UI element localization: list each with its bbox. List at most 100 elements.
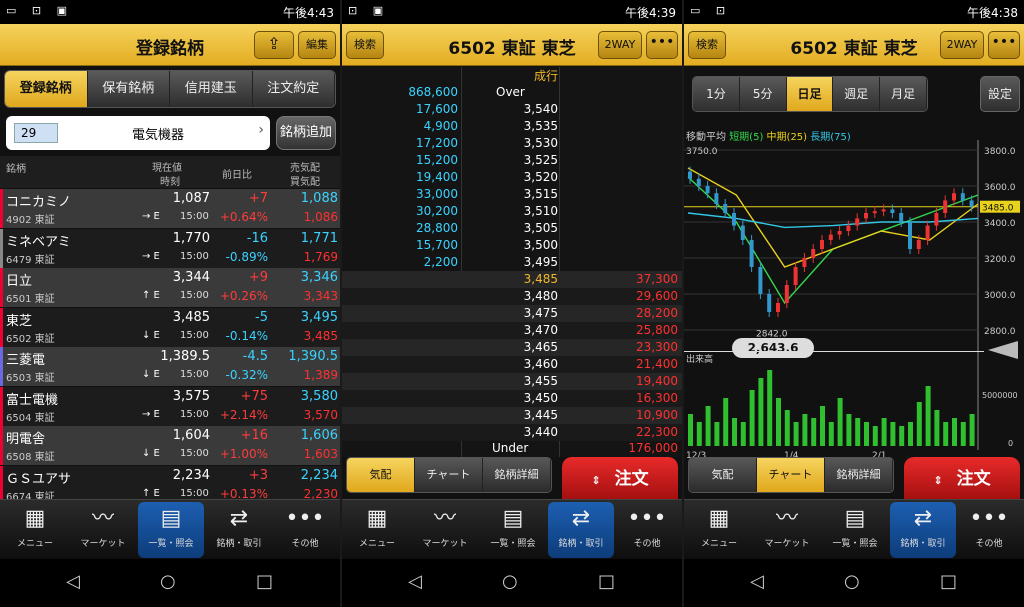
tab-chart[interactable]: チャート [757, 458, 825, 492]
home-icon[interactable]: ○ [160, 571, 176, 592]
bid-row[interactable]: 3,460 21,400 [342, 356, 682, 373]
tab-quote[interactable]: 気配 [689, 458, 757, 492]
row-marker [0, 426, 3, 465]
more-icon: ••• [285, 506, 325, 531]
ask-row[interactable]: 33,000 3,515 [342, 186, 682, 203]
bid-row[interactable]: 3,470 25,800 [342, 322, 682, 339]
bid-row[interactable]: 3,465 23,300 [342, 339, 682, 356]
bid-row[interactable]: 3,475 28,200 [342, 305, 682, 322]
nav-list[interactable]: ▤ 一覧・照会 [138, 502, 204, 558]
bid-row[interactable]: 3,450 16,300 [342, 390, 682, 407]
stock-bid: 1,603 [303, 447, 338, 461]
tab-details[interactable]: 銘柄詳細 [483, 458, 551, 492]
nav-other[interactable]: ••• その他 [956, 502, 1022, 558]
more-icon[interactable]: ••• [988, 31, 1020, 59]
bid-price: 3,460 [523, 357, 558, 371]
nav-menu[interactable]: ▦ メニュー [2, 502, 68, 558]
back-icon[interactable]: ◁ [408, 571, 422, 592]
stock-row[interactable]: 日立 6501 東証 3,344 ↑ E 15:00 +9 +0.26% 3,3… [0, 268, 340, 307]
over-qty: 868,600 [408, 85, 458, 99]
back-icon[interactable]: ◁ [750, 571, 764, 592]
nav-trade[interactable]: ⇄ 銘柄・取引 [890, 502, 956, 558]
period-weekly[interactable]: 週足 [833, 77, 881, 111]
nav-market[interactable]: 〰マーケット [412, 502, 478, 558]
tab-holdings[interactable]: 保有銘柄 [87, 71, 170, 107]
cursor-value-badge: 2,643.6 [732, 338, 814, 358]
period-5min[interactable]: 5分 [739, 77, 787, 111]
price-chart[interactable]: 3800.0 3600.0 3400.0 3200.0 3000.0 2800.0 3485… [684, 140, 1024, 460]
candle [758, 267, 763, 294]
stock-row[interactable]: 富士電機 6504 東証 3,575 → E 15:00 +75 +2.14% … [0, 386, 340, 426]
ask-row[interactable]: 15,200 3,525 [342, 152, 682, 169]
stock-name: ＧＳユアサ [6, 471, 72, 487]
ask-row[interactable]: 30,200 3,510 [342, 203, 682, 220]
recents-icon[interactable]: □ [940, 571, 957, 592]
candle [811, 249, 816, 258]
bid-row[interactable]: 3,485 37,300 [342, 271, 682, 288]
bid-row[interactable]: 3,445 10,900 [342, 407, 682, 424]
period-daily[interactable]: 日足 [786, 77, 834, 111]
nav-other[interactable]: ••• その他 [272, 502, 338, 558]
ask-qty: 17,200 [416, 136, 458, 150]
stock-row[interactable]: 三菱電 6503 東証 1,389.5 ↓ E 15:00 -4.5 -0.32… [0, 347, 340, 386]
edit-button[interactable]: 編集 [298, 31, 336, 59]
nav-label: マーケット [422, 539, 468, 549]
recents-icon[interactable]: □ [256, 571, 273, 592]
bid-row[interactable]: 3,455 19,400 [342, 373, 682, 390]
nav-list[interactable]: ▤ 一覧・照会 [822, 502, 888, 558]
twoway-button[interactable]: 2WAY [940, 31, 984, 59]
tab-quote[interactable]: 気配 [347, 458, 415, 492]
stock-row[interactable]: ミネベアミ 6479 東証 1,770 → E 15:00 -16 -0.89%… [0, 228, 340, 268]
bid-row[interactable]: 3,440 22,300 [342, 424, 682, 441]
tab-margin[interactable]: 信用建玉 [170, 71, 253, 107]
ask-row[interactable]: 4,900 3,535 [342, 118, 682, 135]
screen-watchlist: ▭ ⊡ ▣ 午後4:43 登録銘柄 ⇪ 編集 登録銘柄 保有銘柄 信用建玉 注文… [0, 0, 340, 607]
tab-chart[interactable]: チャート [415, 458, 483, 492]
ask-qty: 17,600 [416, 102, 458, 116]
ask-row[interactable]: 17,200 3,530 [342, 135, 682, 152]
period-monthly[interactable]: 月足 [880, 77, 927, 111]
row-marker [0, 386, 3, 426]
stock-row[interactable]: 東芝 6502 東証 3,485 ↓ E 15:00 -5 -0.14% 3,4… [0, 307, 340, 347]
period-1min[interactable]: 1分 [693, 77, 740, 111]
ask-row[interactable]: 15,700 3,500 [342, 237, 682, 254]
tab-orders[interactable]: 注文約定 [252, 71, 335, 107]
nav-list[interactable]: ▤ 一覧・照会 [480, 502, 546, 558]
stock-row[interactable]: コニカミノ 4902 東証 1,087 → E 15:00 +7 +0.64% … [0, 189, 340, 228]
nav-trade[interactable]: ⇄ 銘柄・取引 [548, 502, 614, 558]
nav-menu[interactable]: ▦ メニュー [344, 502, 410, 558]
back-icon[interactable]: ◁ [66, 571, 80, 592]
order-button[interactable]: ⇕ 注文 [904, 457, 1020, 505]
nav-market[interactable]: 〰マーケット [754, 502, 820, 558]
nav-market[interactable]: 〰マーケット [70, 502, 136, 558]
recents-icon[interactable]: □ [598, 571, 615, 592]
volume-bar [758, 378, 764, 446]
twoway-button[interactable]: 2WAY [598, 31, 642, 59]
candle [846, 225, 851, 231]
stock-time: 15:00 [180, 250, 209, 262]
home-icon[interactable]: ○ [502, 571, 518, 592]
tab-watchlist[interactable]: 登録銘柄 [5, 71, 88, 107]
stock-row[interactable]: 明電舎 6508 東証 1,604 ↓ E 15:00 +16 +1.00% 1… [0, 426, 340, 465]
ask-row[interactable]: 28,800 3,505 [342, 220, 682, 237]
ask-row[interactable]: 19,400 3,520 [342, 169, 682, 186]
nav-menu[interactable]: ▦ メニュー [686, 502, 752, 558]
ask-row[interactable]: 17,600 3,540 [342, 101, 682, 118]
ask-row[interactable]: 2,200 3,495 [342, 254, 682, 271]
share-icon[interactable]: ⇪ [254, 31, 294, 59]
more-icon[interactable]: ••• [646, 31, 678, 59]
swap-icon: ⇄ [913, 506, 933, 531]
stock-change: +9 [248, 270, 268, 285]
bid-row[interactable]: 3,480 29,600 [342, 288, 682, 305]
tab-details[interactable]: 銘柄詳細 [825, 458, 893, 492]
settings-button[interactable]: 設定 [980, 76, 1020, 112]
category-selector[interactable]: 29 電気機器 › [6, 116, 270, 150]
cursor-handle-icon[interactable] [988, 341, 1018, 359]
order-button[interactable]: ⇕ 注文 [562, 457, 678, 505]
nav-trade[interactable]: ⇄ 銘柄・取引 [206, 502, 272, 558]
nav-label: その他 [975, 539, 1003, 549]
nav-other[interactable]: ••• その他 [614, 502, 680, 558]
home-icon[interactable]: ○ [844, 571, 860, 592]
volume-bar [881, 418, 887, 446]
add-stock-button[interactable]: 銘柄追加 [276, 116, 336, 150]
